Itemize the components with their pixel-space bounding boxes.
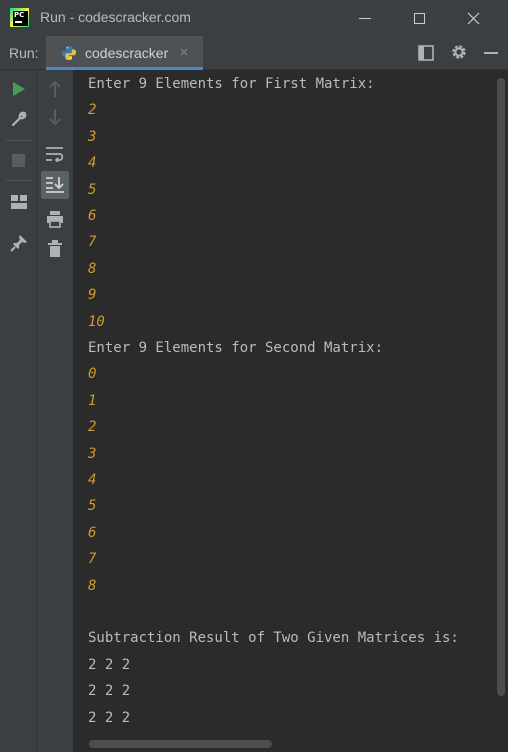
hide-panel-icon[interactable]	[482, 44, 500, 62]
run-tool-window-header: Run: codescracker ×	[0, 36, 508, 70]
console-input-line: 2	[88, 419, 97, 436]
console-input-line: 0	[88, 366, 97, 383]
close-icon	[467, 12, 479, 24]
console-output-line: 2 2 2	[88, 656, 131, 673]
up-arrow-icon[interactable]	[48, 80, 62, 98]
minimize-button[interactable]	[351, 4, 379, 32]
console-output-line: 2 2 2	[88, 683, 131, 700]
stop-icon[interactable]	[12, 154, 25, 167]
vertical-scroll-thumb[interactable]	[497, 78, 505, 696]
maximize-button[interactable]	[405, 4, 433, 32]
run-label: Run:	[9, 45, 39, 61]
layout-grid-icon[interactable]	[10, 194, 28, 210]
vertical-scrollbar[interactable]	[493, 70, 508, 738]
soft-wrap-icon[interactable]	[45, 146, 65, 162]
console-input-line: 9	[88, 287, 97, 304]
console-output-line: Subtraction Result of Two Given Matrices…	[88, 630, 459, 647]
minimize-icon	[359, 17, 371, 19]
console-input-line: 6	[88, 208, 97, 224]
console-input-line: 7	[88, 234, 97, 251]
console-output[interactable]: Enter 9 Elements for First Matrix: 2 3 4 5 6 7…	[73, 70, 493, 738]
console-input-line: 3	[88, 445, 97, 462]
scroll-to-end-button[interactable]	[41, 171, 69, 199]
pin-icon[interactable]	[10, 234, 28, 252]
print-icon[interactable]	[46, 210, 64, 228]
console-input-line: 3	[88, 128, 97, 145]
console-input-line: 5	[88, 181, 97, 198]
console-output-line: Enter 9 Elements for First Matrix:	[88, 76, 375, 92]
console-input-line: 7	[88, 551, 97, 568]
tab-label: codescracker	[85, 45, 169, 61]
horizontal-scrollbar[interactable]	[73, 738, 508, 752]
console-input-line: 1	[88, 392, 97, 409]
down-arrow-icon[interactable]	[48, 108, 62, 126]
console-toolbar	[37, 70, 73, 752]
wrench-icon[interactable]	[10, 110, 28, 128]
console-output-line: 2 2 2	[88, 709, 131, 726]
left-toolbar	[0, 70, 37, 752]
tab-close-icon[interactable]: ×	[179, 45, 189, 59]
console-input-line: 10	[88, 313, 105, 330]
console-input-line: 8	[88, 260, 97, 277]
console-input-line: 4	[88, 472, 97, 488]
tab-codescracker[interactable]: codescracker ×	[46, 36, 203, 70]
close-button[interactable]	[459, 4, 487, 32]
console-input-line: 2	[88, 102, 97, 119]
console-input-line: 8	[88, 577, 97, 594]
trash-icon[interactable]	[47, 240, 63, 258]
horizontal-scroll-thumb[interactable]	[89, 740, 272, 748]
run-window: PC Run - codescracker.com Run: codescrac…	[0, 0, 508, 752]
console-input-line: 5	[88, 498, 97, 515]
console-output-line: Enter 9 Elements for Second Matrix:	[88, 340, 384, 356]
layout-icon[interactable]	[417, 44, 435, 62]
rerun-icon[interactable]	[12, 82, 26, 96]
window-title: Run - codescracker.com	[40, 9, 191, 25]
console-input-line: 4	[88, 155, 97, 172]
title-bar: PC Run - codescracker.com	[0, 0, 508, 36]
scroll-to-end-icon	[46, 177, 64, 193]
python-icon	[62, 46, 76, 60]
console-input-line: 6	[88, 524, 97, 541]
gear-icon[interactable]	[450, 43, 468, 61]
maximize-icon	[413, 12, 425, 24]
pycharm-logo-icon: PC	[10, 8, 29, 27]
